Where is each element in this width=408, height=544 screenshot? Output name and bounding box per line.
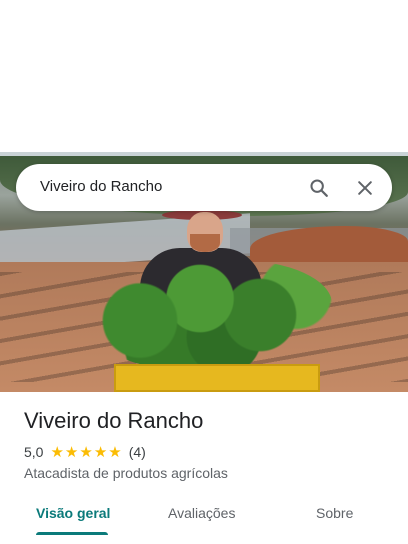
star-icon: ★: [79, 443, 93, 461]
star-icon: ★: [64, 443, 79, 461]
review-count-link[interactable]: (4): [129, 444, 146, 460]
search-box[interactable]: Viveiro do Rancho: [16, 164, 392, 211]
photo-person-beard: [190, 234, 220, 252]
search-icon: [310, 179, 328, 197]
star-icon: ★: [50, 443, 64, 461]
photo-seedlings: [92, 260, 332, 370]
star-icon: ★: [93, 443, 108, 461]
tab-overview[interactable]: Visão geral: [36, 505, 110, 521]
close-icon: [358, 181, 372, 195]
place-title: Viveiro do Rancho: [24, 408, 204, 433]
tab-about[interactable]: Sobre: [316, 505, 353, 521]
star-icon: ★: [108, 443, 122, 461]
photo-crate: [114, 364, 320, 392]
search-query[interactable]: Viveiro do Rancho: [40, 178, 162, 195]
rating-stars: ★ ★ ★ ★ ★: [50, 445, 122, 460]
tab-reviews[interactable]: Avaliações: [168, 505, 235, 521]
search-button[interactable]: [304, 173, 334, 203]
place-category[interactable]: Atacadista de produtos agrícolas: [24, 465, 228, 481]
tab-bar: Visão geral Avaliações Sobre: [0, 496, 408, 544]
active-tab-indicator: [36, 532, 108, 535]
close-button[interactable]: [350, 173, 380, 203]
rating-value: 5,0: [24, 444, 44, 460]
rating-row[interactable]: 5,0 ★ ★ ★ ★ ★ (4): [24, 444, 146, 460]
blank-header-area: [0, 0, 408, 152]
